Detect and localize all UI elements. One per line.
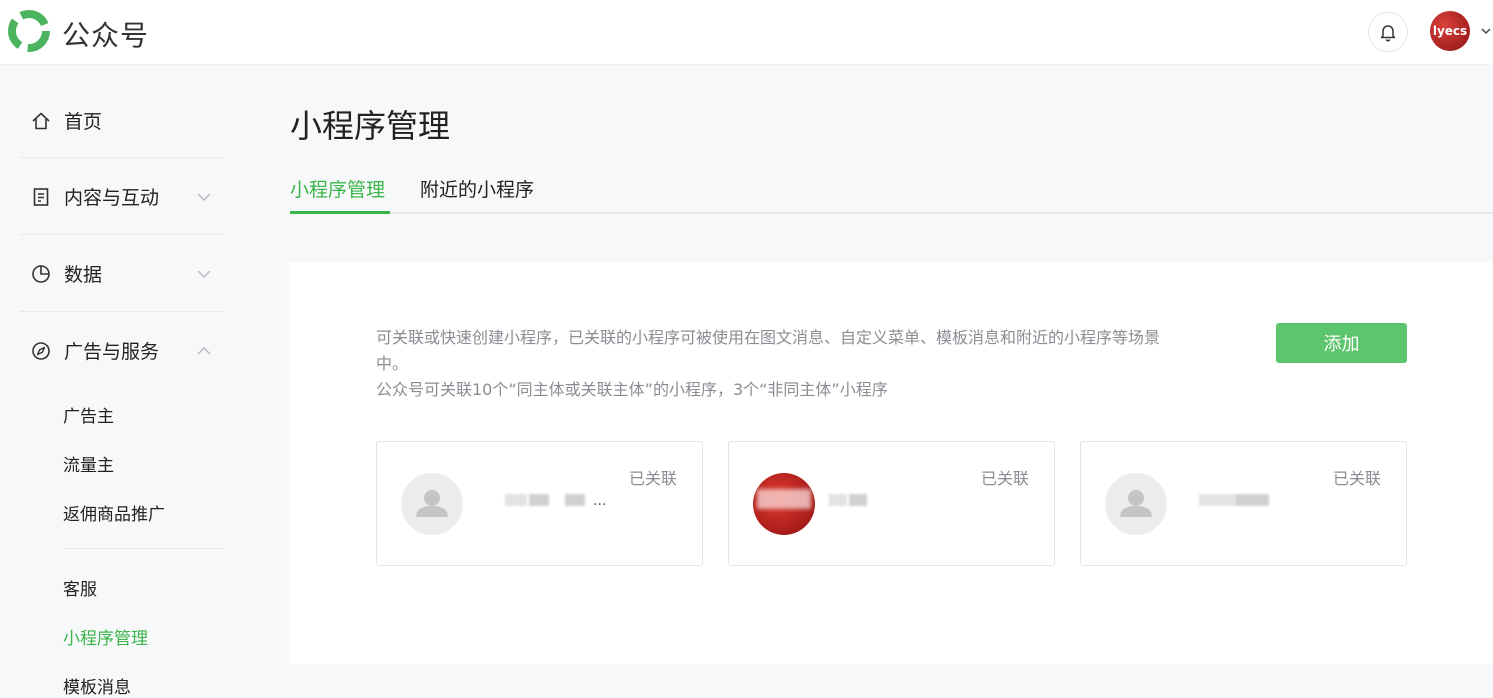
divider bbox=[63, 548, 223, 549]
sidebar-item-content[interactable]: 内容与互动 bbox=[20, 158, 223, 235]
sidebar: 首页 内容与互动 数据 广告与服务 广告主 流量主 返佣商品推广 客服 小程序管… bbox=[0, 66, 250, 698]
brand-title[interactable]: 公众号 bbox=[62, 14, 149, 54]
description-line: 公众号可关联10个“同主体或关联主体”的小程序，3个“非同主体”小程序 bbox=[376, 380, 888, 399]
name-ellipsis: ... bbox=[593, 493, 607, 509]
home-icon bbox=[32, 112, 50, 129]
redacted-name bbox=[565, 494, 585, 506]
sidebar-subitem-advertiser[interactable]: 广告主 bbox=[63, 402, 114, 427]
status-badge: 已关联 bbox=[628, 469, 677, 488]
sidebar-item-home[interactable]: 首页 bbox=[20, 82, 223, 159]
sidebar-subitem-miniprogram-management[interactable]: 小程序管理 bbox=[63, 624, 148, 649]
chevron-down-icon[interactable] bbox=[1480, 25, 1492, 37]
status-badge: 已关联 bbox=[980, 469, 1029, 488]
miniprogram-card[interactable]: ... 已关联 bbox=[376, 441, 703, 566]
active-tab-indicator bbox=[290, 211, 390, 214]
sidebar-item-ads-services[interactable]: 广告与服务 bbox=[20, 312, 223, 389]
sidebar-item-label: 广告与服务 bbox=[64, 341, 160, 363]
miniprogram-logo bbox=[753, 473, 815, 535]
sidebar-subitem-traffic-owner[interactable]: 流量主 bbox=[63, 451, 114, 476]
tab-nearby-miniprograms[interactable]: 附近的小程序 bbox=[420, 175, 534, 202]
tab-label: 附近的小程序 bbox=[420, 179, 535, 201]
bell-icon bbox=[1380, 25, 1396, 42]
sidebar-item-label: 内容与互动 bbox=[64, 187, 160, 209]
description: 可关联或快速创建小程序，已关联的小程序可被使用在图文消息、自定义菜单、模板消息和… bbox=[376, 325, 1246, 403]
status-badge: 已关联 bbox=[1332, 469, 1381, 488]
chevron-up-icon bbox=[197, 347, 211, 355]
sidebar-item-label: 首页 bbox=[64, 111, 103, 133]
redacted-name bbox=[1199, 494, 1235, 506]
tab-bar: 小程序管理 附近的小程序 bbox=[290, 170, 1493, 214]
wechat-official-logo-icon[interactable] bbox=[8, 10, 50, 52]
redacted-name bbox=[849, 494, 867, 506]
person-icon bbox=[1120, 490, 1152, 517]
description-line: 可关联或快速创建小程序，已关联的小程序可被使用在图文消息、自定义菜单、模板消息和… bbox=[376, 328, 1161, 347]
pie-chart-icon bbox=[32, 264, 50, 283]
compass-icon bbox=[32, 341, 50, 360]
sidebar-subitem-template-messages[interactable]: 模板消息 bbox=[63, 673, 131, 698]
redacted-name bbox=[529, 494, 549, 506]
redacted-name bbox=[829, 494, 847, 506]
description-line: 中。 bbox=[376, 354, 409, 373]
sidebar-subitem-customer-service[interactable]: 客服 bbox=[63, 575, 97, 600]
notification-button[interactable] bbox=[1368, 12, 1408, 52]
miniprogram-card[interactable]: 已关联 bbox=[1080, 441, 1407, 566]
redacted-name bbox=[1235, 494, 1269, 506]
chevron-down-icon bbox=[197, 193, 211, 201]
tab-miniprogram-management[interactable]: 小程序管理 bbox=[290, 175, 385, 202]
default-avatar-icon bbox=[1105, 473, 1167, 535]
sidebar-subitem-rebate-promotion[interactable]: 返佣商品推广 bbox=[63, 500, 165, 525]
default-avatar-icon bbox=[401, 473, 463, 535]
miniprogram-card[interactable]: 已关联 bbox=[728, 441, 1055, 566]
chevron-down-icon bbox=[197, 270, 211, 278]
tab-label: 小程序管理 bbox=[290, 179, 386, 201]
top-bar: 公众号 lyecs bbox=[0, 0, 1493, 65]
miniprogram-panel: 可关联或快速创建小程序，已关联的小程序可被使用在图文消息、自定义菜单、模板消息和… bbox=[290, 262, 1493, 664]
user-avatar[interactable]: lyecs bbox=[1430, 11, 1470, 51]
person-icon bbox=[416, 490, 448, 517]
sidebar-item-data[interactable]: 数据 bbox=[20, 235, 223, 312]
add-button[interactable]: 添加 bbox=[1276, 323, 1407, 363]
sidebar-item-label: 数据 bbox=[64, 264, 103, 286]
page-title: 小程序管理 bbox=[290, 107, 451, 145]
document-icon bbox=[33, 187, 49, 206]
redacted-name bbox=[505, 494, 527, 506]
